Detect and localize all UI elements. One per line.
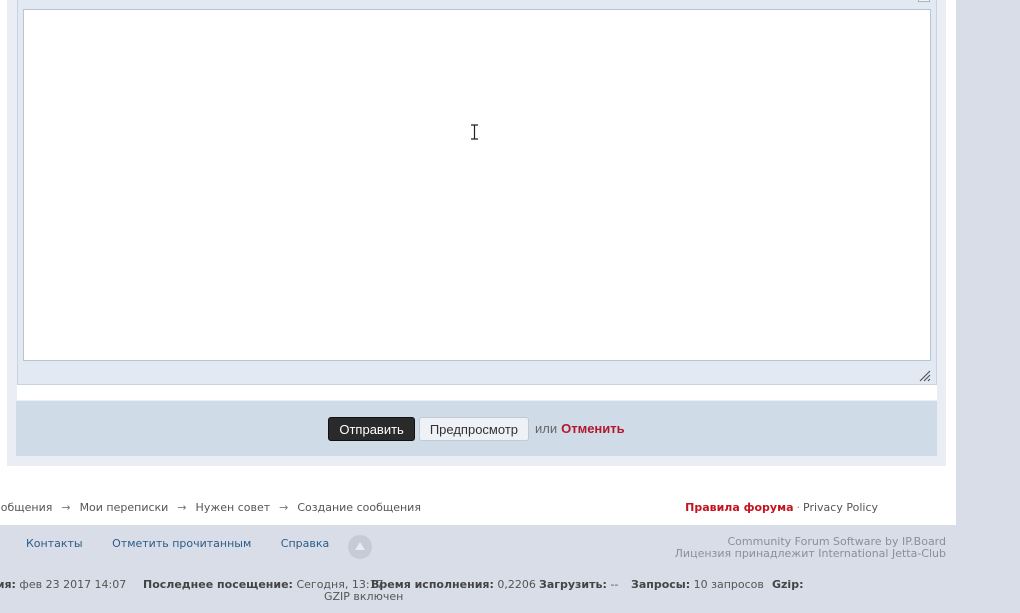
preview-button[interactable]: Предпросмотр xyxy=(418,416,529,441)
or-text: или xyxy=(535,421,558,436)
content-panel: Отправить Предпросмотр или Отменить ообщ… xyxy=(0,0,956,525)
message-textarea[interactable] xyxy=(23,9,931,361)
resize-handle-icon[interactable] xyxy=(919,370,931,382)
breadcrumb-separator: → xyxy=(61,501,71,514)
breadcrumb-item-my-conversations[interactable]: Мои переписки xyxy=(80,501,169,514)
editor-toggle-icon[interactable] xyxy=(918,0,930,2)
stat-queries: Запросы: 10 запросов xyxy=(631,578,764,591)
footer-link-contacts[interactable]: Контакты xyxy=(26,537,83,550)
reply-form: Отправить Предпросмотр или Отменить xyxy=(7,0,946,466)
privacy-policy-link[interactable]: Privacy Policy xyxy=(803,501,878,514)
dot-separator: · xyxy=(796,501,801,514)
stat-time: емя: фев 23 2017 14:07 xyxy=(0,578,127,591)
footer-links: Контакты Отметить прочитанным Справка xyxy=(26,537,355,550)
footer-link-mark-read[interactable]: Отметить прочитанным xyxy=(112,537,251,550)
forum-rules-link[interactable]: Правила форума xyxy=(685,501,793,514)
breadcrumb-item-create-message: Создание сообщения xyxy=(297,501,421,514)
text-cursor-icon xyxy=(471,124,478,140)
breadcrumb-item-need-advice[interactable]: Нужен совет xyxy=(196,501,271,514)
cancel-link[interactable]: Отменить xyxy=(561,421,625,436)
stat-load: Загрузить: -- xyxy=(539,578,619,591)
back-to-top-icon[interactable] xyxy=(348,535,372,559)
stat-gzip-value: GZIP включен xyxy=(324,590,404,603)
submit-bar: Отправить Предпросмотр или Отменить xyxy=(16,401,937,456)
stat-gzip: Gzip: xyxy=(772,578,804,591)
spacer xyxy=(17,385,937,400)
send-button[interactable]: Отправить xyxy=(328,416,415,441)
rules-links: Правила форума · Privacy Policy xyxy=(685,501,878,514)
credits: Community Forum Software by IP.Board Лиц… xyxy=(675,536,946,560)
editor-container xyxy=(17,0,937,385)
breadcrumb-item-messages[interactable]: ообщения xyxy=(0,501,52,514)
breadcrumb-separator: → xyxy=(177,501,187,514)
breadcrumb-separator: → xyxy=(279,501,289,514)
footer-link-help[interactable]: Справка xyxy=(281,537,329,550)
credits-license: Лицензия принадлежит International Jetta… xyxy=(674,547,946,560)
breadcrumb: ообщения → Мои переписки → Нужен совет →… xyxy=(0,501,421,514)
